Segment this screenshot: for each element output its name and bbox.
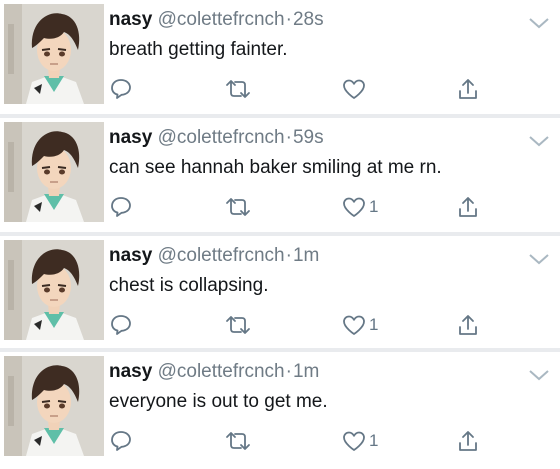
retweet-icon: [226, 80, 250, 98]
display-name[interactable]: nasy: [109, 127, 152, 148]
reply-button[interactable]: [109, 429, 133, 453]
avatar[interactable]: [4, 122, 104, 222]
like-button[interactable]: [341, 77, 369, 101]
anime-avatar-icon: [4, 4, 104, 104]
anime-avatar-icon: [4, 240, 104, 340]
like-button[interactable]: 1: [341, 429, 378, 453]
like-count: 1: [369, 197, 379, 216]
separator-dot: ·: [285, 361, 292, 382]
avatar[interactable]: [4, 4, 104, 104]
retweet-icon: [226, 432, 250, 450]
tweet-actions: 1: [109, 313, 549, 337]
tweet-text: everyone is out to get me.: [109, 391, 328, 412]
tweet-actions: 1: [109, 429, 549, 453]
tweet[interactable]: nasy @colettefrcnch·59s can see hannah b…: [0, 118, 560, 232]
timestamp[interactable]: 59s: [293, 127, 324, 148]
tweet-text: breath getting fainter.: [109, 39, 288, 60]
tweet-header: nasy @colettefrcnch·59s: [109, 127, 324, 149]
user-handle[interactable]: @colettefrcnch: [158, 361, 285, 382]
reply-icon: [111, 197, 131, 217]
reply-button[interactable]: [109, 77, 133, 101]
heart-icon: [343, 79, 365, 99]
share-icon: [459, 431, 477, 451]
heart-icon: [343, 431, 365, 451]
like-button[interactable]: 1: [341, 195, 378, 219]
user-handle[interactable]: @colettefrcnch: [158, 9, 285, 30]
heart-icon: [343, 315, 365, 335]
separator-dot: ·: [285, 245, 292, 266]
share-button[interactable]: [456, 429, 480, 453]
reply-button[interactable]: [109, 195, 133, 219]
reply-button[interactable]: [109, 313, 133, 337]
tweet-actions: [109, 77, 549, 101]
share-icon: [459, 197, 477, 217]
tweet-actions: 1: [109, 195, 549, 219]
share-icon: [459, 79, 477, 99]
separator-dot: ·: [285, 9, 292, 30]
reply-icon: [111, 79, 131, 99]
tweet-text: can see hannah baker smiling at me rn.: [109, 157, 442, 178]
retweet-button[interactable]: [223, 77, 253, 101]
retweet-button[interactable]: [223, 429, 253, 453]
like-count: 1: [369, 431, 379, 450]
tweet-text: chest is collapsing.: [109, 275, 269, 296]
anime-avatar-icon: [4, 356, 104, 456]
tweet-header: nasy @colettefrcnch·1m: [109, 361, 319, 383]
display-name[interactable]: nasy: [109, 361, 152, 382]
heart-icon: [343, 197, 365, 217]
share-icon: [459, 315, 477, 335]
share-button[interactable]: [456, 77, 480, 101]
timestamp[interactable]: 1m: [293, 245, 319, 266]
reply-icon: [111, 315, 131, 335]
tweet[interactable]: nasy @colettefrcnch·1m everyone is out t…: [0, 352, 560, 469]
tweet-header: nasy @colettefrcnch·28s: [109, 9, 324, 31]
chevron-down-icon[interactable]: [528, 252, 550, 266]
tweet[interactable]: nasy @colettefrcnch·28s breath getting f…: [0, 0, 560, 114]
like-count: 1: [369, 315, 379, 334]
display-name[interactable]: nasy: [109, 9, 152, 30]
like-button[interactable]: 1: [341, 313, 378, 337]
anime-avatar-icon: [4, 122, 104, 222]
avatar[interactable]: [4, 356, 104, 456]
chevron-down-icon[interactable]: [528, 16, 550, 30]
user-handle[interactable]: @colettefrcnch: [158, 127, 285, 148]
retweet-button[interactable]: [223, 195, 253, 219]
share-button[interactable]: [456, 313, 480, 337]
chevron-down-icon[interactable]: [528, 134, 550, 148]
share-button[interactable]: [456, 195, 480, 219]
retweet-icon: [226, 316, 250, 334]
display-name[interactable]: nasy: [109, 245, 152, 266]
retweet-button[interactable]: [223, 313, 253, 337]
retweet-icon: [226, 198, 250, 216]
chevron-down-icon[interactable]: [528, 368, 550, 382]
tweet-header: nasy @colettefrcnch·1m: [109, 245, 319, 267]
tweet[interactable]: nasy @colettefrcnch·1m chest is collapsi…: [0, 236, 560, 348]
reply-icon: [111, 431, 131, 451]
timestamp[interactable]: 28s: [293, 9, 324, 30]
user-handle[interactable]: @colettefrcnch: [158, 245, 285, 266]
timestamp[interactable]: 1m: [293, 361, 319, 382]
tweet-feed: nasy @colettefrcnch·28s breath getting f…: [0, 0, 560, 469]
avatar[interactable]: [4, 240, 104, 340]
separator-dot: ·: [285, 127, 292, 148]
